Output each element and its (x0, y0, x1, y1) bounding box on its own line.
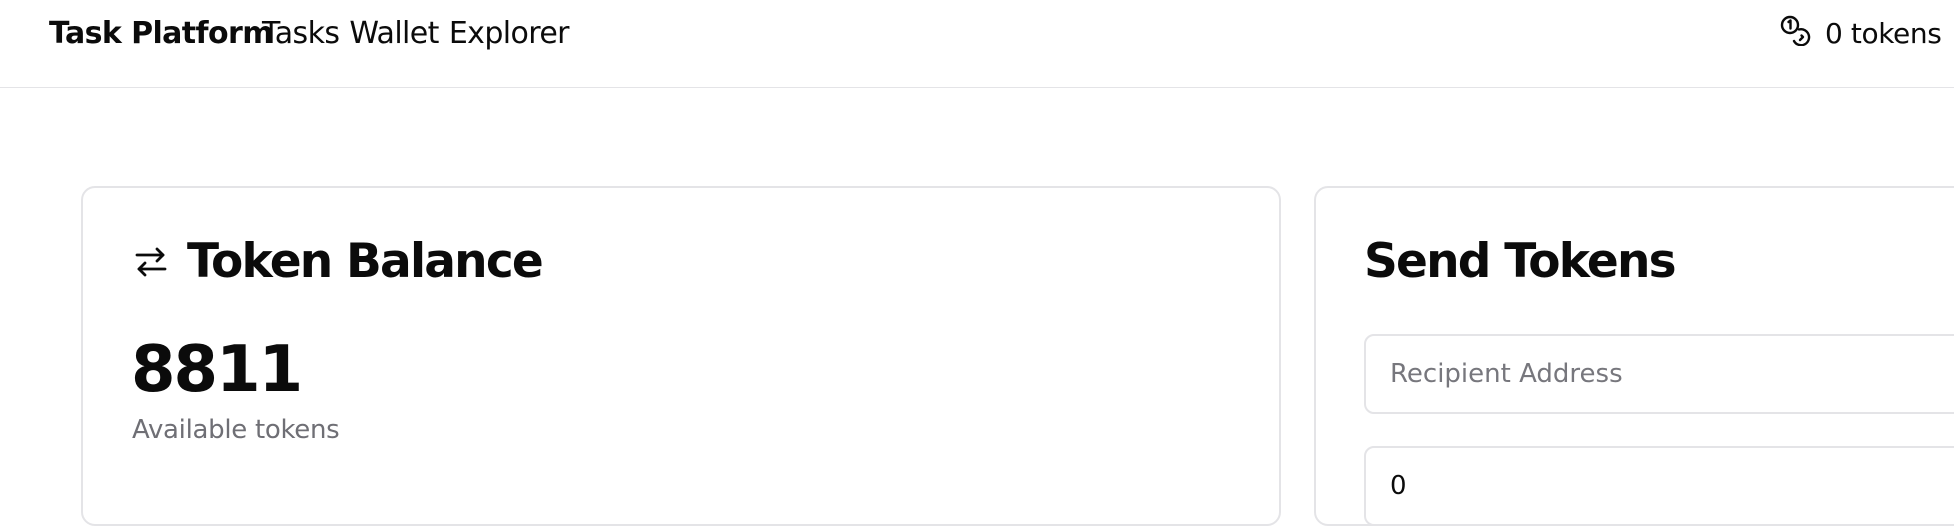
top-navbar: Task Platform Tasks Wallet Explorer 0 to… (0, 0, 1954, 88)
header-token-balance[interactable]: 0 tokens (1779, 14, 1942, 53)
token-balance-title: Token Balance (187, 234, 544, 289)
token-balance-value: 8811 (131, 333, 303, 407)
send-tokens-card: Send Tokens (1314, 186, 1954, 526)
brand-title[interactable]: Task Platform (49, 16, 273, 51)
recipient-address-input[interactable] (1364, 334, 1954, 414)
nav-link-explorer[interactable]: Explorer (449, 16, 570, 51)
token-balance-card: Token Balance 8811 Available tokens (81, 186, 1281, 526)
nav-link-wallet[interactable]: Wallet (349, 16, 439, 51)
coins-icon (1779, 14, 1811, 53)
main-nav: Tasks Wallet Explorer (262, 16, 570, 51)
amount-input[interactable] (1364, 446, 1954, 526)
header-balance-text: 0 tokens (1825, 17, 1942, 50)
token-balance-caption: Available tokens (132, 415, 340, 445)
arrows-left-right-icon (133, 244, 169, 280)
nav-link-tasks[interactable]: Tasks (262, 16, 340, 51)
send-tokens-title: Send Tokens (1364, 234, 1677, 289)
